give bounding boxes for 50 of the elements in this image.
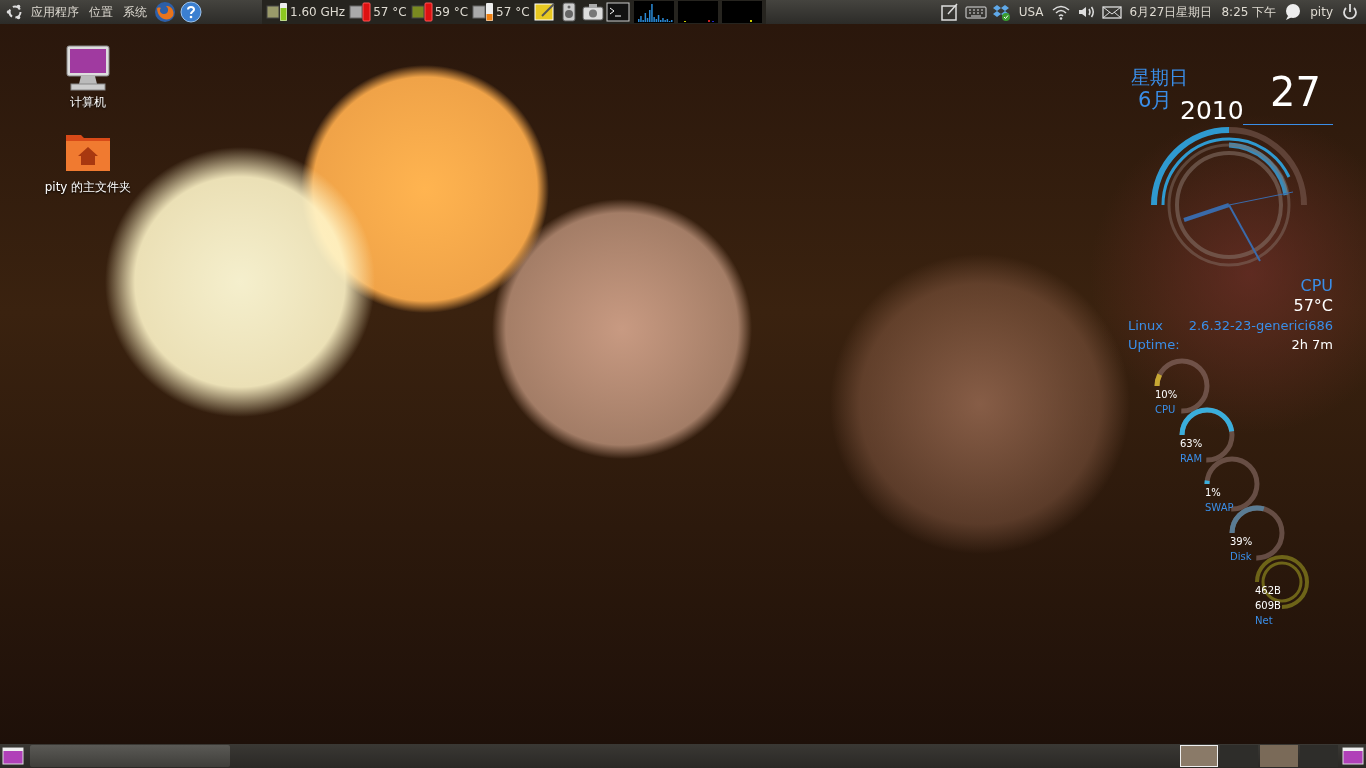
chip-thermometer-icon[interactable] bbox=[349, 2, 372, 22]
sensor-reading: 57 °C bbox=[496, 5, 530, 19]
kernel-version: 2.6.32-23-generici686 bbox=[1188, 317, 1333, 335]
gauge-value: 462B bbox=[1255, 584, 1281, 598]
graph-drawing[interactable] bbox=[633, 1, 674, 23]
clock-time[interactable]: 8:25 下午 bbox=[1219, 3, 1279, 21]
gauge-value: 1% bbox=[1205, 486, 1222, 500]
camera-icon[interactable] bbox=[581, 2, 604, 22]
gauge-value: 63% bbox=[1180, 437, 1203, 451]
icon-label[interactable]: pity 的主文件夹 bbox=[44, 179, 132, 196]
sensor-reading: 1.60 GHz bbox=[290, 5, 346, 19]
workspace-button[interactable] bbox=[1180, 745, 1218, 767]
processor-chip-icon[interactable] bbox=[266, 2, 288, 22]
icon-label[interactable]: 计算机 bbox=[70, 94, 106, 111]
menu-item[interactable]: 系统 bbox=[120, 3, 150, 21]
gauge-value: 39% bbox=[1230, 535, 1253, 549]
clock-date[interactable]: 6月27日星期日 bbox=[1127, 3, 1215, 21]
cpu-label: CPU bbox=[1300, 276, 1333, 296]
os-label: Linux bbox=[1128, 317, 1164, 335]
day-text: 27 bbox=[1270, 72, 1321, 112]
sensor-reading: 59 °C bbox=[434, 5, 469, 19]
notepad-icon[interactable] bbox=[533, 2, 556, 22]
gauge-label: CPU bbox=[1155, 403, 1177, 417]
chip-thermometer-icon[interactable] bbox=[472, 2, 495, 22]
ubuntu-logo-icon[interactable] bbox=[6, 3, 24, 21]
power-icon[interactable] bbox=[1340, 2, 1360, 22]
uptime-value: 2h 7m bbox=[1291, 336, 1333, 354]
gauge-value: 609B bbox=[1255, 599, 1281, 613]
keyboard-layout[interactable]: USA bbox=[1016, 5, 1046, 19]
computer-icon[interactable] bbox=[63, 44, 113, 92]
show-desktop-icon[interactable] bbox=[2, 746, 24, 766]
gauge-label: RAM bbox=[1180, 452, 1203, 466]
dropbox-icon[interactable] bbox=[991, 2, 1012, 22]
gauge-value: 10% bbox=[1155, 388, 1178, 402]
menu-item[interactable]: 应用程序 bbox=[28, 3, 82, 21]
uptime-label: Uptime: bbox=[1128, 336, 1180, 354]
notes-icon[interactable] bbox=[939, 2, 960, 22]
month-text: 6月 bbox=[1138, 90, 1173, 111]
weekday-text: 星期日 bbox=[1131, 68, 1188, 87]
firefox-icon[interactable] bbox=[154, 1, 176, 23]
help-icon[interactable] bbox=[180, 1, 202, 23]
gauge-label: Disk bbox=[1230, 550, 1253, 564]
year-text: 2010 bbox=[1180, 98, 1244, 123]
gauge-label: SWAP bbox=[1205, 501, 1234, 515]
menu-item[interactable]: 位置 bbox=[86, 3, 116, 21]
gauge-label: Net bbox=[1255, 614, 1274, 628]
user-name[interactable]: pity bbox=[1308, 5, 1335, 19]
cpu-temperature: 57°C bbox=[1293, 296, 1333, 316]
sensor-reading: 57 °C bbox=[373, 5, 407, 19]
terminal-icon[interactable] bbox=[605, 2, 630, 22]
